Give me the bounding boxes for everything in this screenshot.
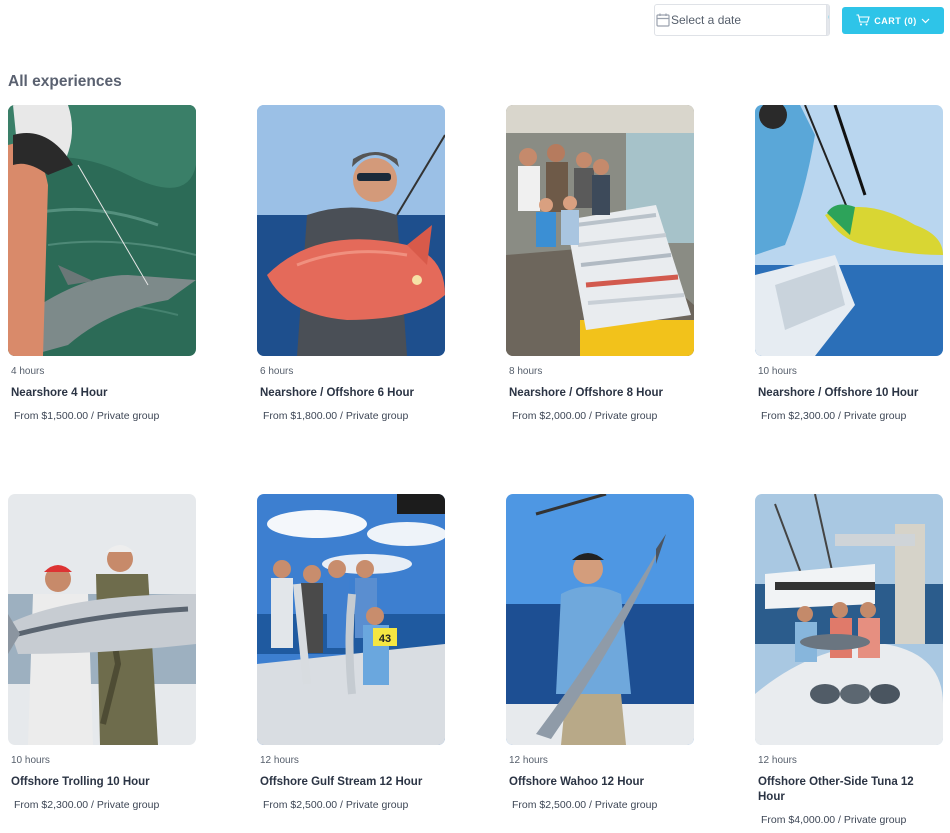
- experience-card[interactable]: 6 hours Nearshore / Offshore 6 Hour From…: [257, 105, 445, 422]
- experience-name[interactable]: Nearshore / Offshore 6 Hour: [257, 386, 445, 401]
- date-input[interactable]: [671, 5, 826, 35]
- experience-card[interactable]: 10 hours Offshore Trolling 10 Hour From …: [8, 494, 196, 811]
- experience-name[interactable]: Offshore Gulf Stream 12 Hour: [257, 775, 445, 790]
- experience-photo[interactable]: [8, 494, 196, 745]
- experience-price: From $2,300.00 / Private group: [761, 410, 907, 422]
- experience-photo[interactable]: [506, 105, 694, 356]
- experience-card[interactable]: 43 12 hours Offshore Gulf Stream 12 Hour…: [257, 494, 445, 811]
- experience-price: From $2,300.00 / Private group: [14, 799, 160, 811]
- experience-photo[interactable]: [506, 494, 694, 745]
- section-title: All experiences: [8, 73, 122, 90]
- experience-card[interactable]: 10 hours Nearshore / Offshore 10 Hour Fr…: [755, 105, 943, 422]
- chevron-down-icon: [921, 16, 930, 26]
- experience-price: From $2,500.00 / Private group: [263, 799, 409, 811]
- experience-price: From $1,500.00 / Private group: [14, 410, 160, 422]
- experience-duration: 4 hours: [11, 366, 45, 377]
- experience-price: From $4,000.00 / Private group: [761, 814, 907, 826]
- experience-name[interactable]: Nearshore / Offshore 10 Hour: [755, 386, 943, 401]
- experience-duration: 12 hours: [509, 755, 548, 766]
- search-icon: [827, 10, 829, 31]
- cart-icon: [856, 13, 870, 28]
- experience-duration: 12 hours: [260, 755, 299, 766]
- experience-card[interactable]: 8 hours Nearshore / Offshore 8 Hour From…: [506, 105, 694, 422]
- experience-name[interactable]: Offshore Wahoo 12 Hour: [506, 775, 694, 790]
- cart-button[interactable]: CART (0): [842, 7, 944, 34]
- experience-photo[interactable]: 43: [257, 494, 445, 745]
- experience-price: From $1,800.00 / Private group: [263, 410, 409, 422]
- experience-card[interactable]: 12 hours Offshore Other-Side Tuna 12 Hou…: [755, 494, 943, 826]
- experience-price: From $2,000.00 / Private group: [512, 410, 658, 422]
- experience-photo[interactable]: [8, 105, 196, 356]
- experience-card[interactable]: 4 hours Nearshore 4 Hour From $1,500.00 …: [8, 105, 196, 422]
- experience-duration: 12 hours: [758, 755, 797, 766]
- tag-number: 43: [379, 633, 391, 645]
- experience-duration: 10 hours: [758, 366, 797, 377]
- experience-duration: 8 hours: [509, 366, 543, 377]
- experience-duration: 10 hours: [11, 755, 50, 766]
- calendar-icon[interactable]: [655, 5, 671, 35]
- experience-photo[interactable]: [755, 494, 943, 745]
- experience-card[interactable]: 12 hours Offshore Wahoo 12 Hour From $2,…: [506, 494, 694, 811]
- cart-label: CART (0): [874, 15, 917, 26]
- experience-photo[interactable]: [257, 105, 445, 356]
- experience-name[interactable]: Offshore Trolling 10 Hour: [8, 775, 196, 790]
- experience-price: From $2,500.00 / Private group: [512, 799, 658, 811]
- experience-duration: 6 hours: [260, 366, 294, 377]
- experience-name[interactable]: Nearshore 4 Hour: [8, 386, 196, 401]
- date-picker[interactable]: [654, 4, 830, 36]
- experience-name[interactable]: Offshore Other-Side Tuna 12 Hour: [755, 775, 943, 805]
- experience-photo[interactable]: [755, 105, 943, 356]
- search-button[interactable]: [826, 5, 829, 35]
- experience-name[interactable]: Nearshore / Offshore 8 Hour: [506, 386, 694, 401]
